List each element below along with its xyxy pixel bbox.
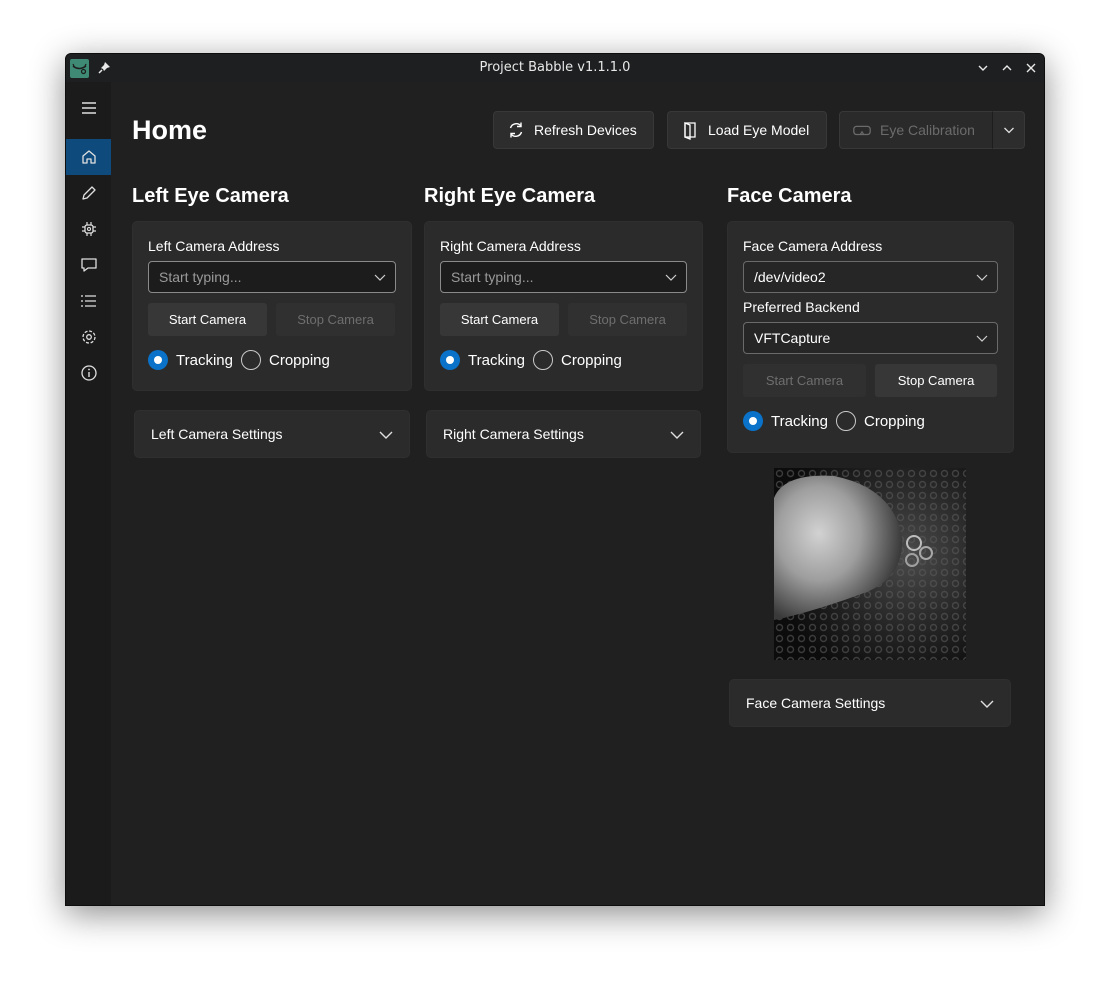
right-start-camera-button[interactable]: Start Camera <box>440 303 559 336</box>
main-content: Home Refresh Devices Load Eye Model Eye … <box>111 82 1044 905</box>
chevron-down-icon <box>665 274 677 281</box>
refresh-devices-button[interactable]: Refresh Devices <box>493 111 654 149</box>
right-eye-camera-title: Right Eye Camera <box>424 185 596 207</box>
left-cropping-radio[interactable]: Cropping <box>241 350 330 370</box>
left-camera-address-label: Left Camera Address <box>148 238 280 254</box>
pencil-icon <box>81 186 96 200</box>
hamburger-menu-icon[interactable] <box>66 90 111 126</box>
left-stop-camera-button[interactable]: Stop Camera <box>276 303 395 336</box>
face-camera-settings-expander[interactable]: Face Camera Settings <box>729 679 1011 727</box>
left-camera-settings-label: Left Camera Settings <box>151 426 283 442</box>
chat-icon <box>80 258 97 272</box>
chevron-down-icon <box>976 335 988 342</box>
chevron-down-icon <box>374 274 386 281</box>
chevron-down-icon <box>1003 127 1014 134</box>
right-camera-address-combo[interactable]: Start typing... <box>440 261 687 293</box>
vr-headset-icon <box>852 120 872 140</box>
left-eye-camera-title: Left Eye Camera <box>132 185 289 207</box>
face-camera-card: Face Camera Address /dev/video2 Preferre… <box>727 221 1014 453</box>
chevron-down-icon <box>379 431 393 439</box>
chevron-down-icon <box>670 431 684 439</box>
window-title: Project Babble v1.1.1.0 <box>479 60 631 75</box>
title-bar: Project Babble v1.1.1.0 <box>66 54 1044 82</box>
right-tracking-radio[interactable]: Tracking <box>440 350 525 370</box>
left-start-camera-button[interactable]: Start Camera <box>148 303 267 336</box>
preferred-backend-label: Preferred Backend <box>743 299 860 315</box>
chevron-down-icon <box>976 274 988 281</box>
face-cropping-radio[interactable]: Cropping <box>836 411 925 431</box>
face-camera-title: Face Camera <box>727 185 852 207</box>
sidebar-item-feedback[interactable] <box>66 247 111 283</box>
left-camera-card: Left Camera Address Start typing... Star… <box>132 221 412 391</box>
sidebar-item-edit[interactable] <box>66 175 111 211</box>
face-start-camera-button[interactable]: Start Camera <box>743 364 866 397</box>
face-camera-settings-label: Face Camera Settings <box>746 695 886 711</box>
right-stop-camera-button[interactable]: Stop Camera <box>568 303 687 336</box>
left-camera-address-combo[interactable]: Start typing... <box>148 261 396 293</box>
sidebar-item-calibration[interactable] <box>66 283 111 319</box>
load-eye-model-label: Load Eye Model <box>708 122 810 138</box>
sidebar-item-home[interactable] <box>66 139 111 175</box>
sidebar-item-about[interactable] <box>66 355 111 391</box>
eye-calibration-button[interactable]: Eye Calibration <box>839 111 993 149</box>
chevron-down-icon <box>980 700 994 708</box>
refresh-icon <box>506 120 526 140</box>
sidebar-item-algorithm[interactable] <box>66 211 111 247</box>
refresh-devices-label: Refresh Devices <box>534 122 637 138</box>
sidebar-item-settings[interactable] <box>66 319 111 355</box>
left-camera-settings-expander[interactable]: Left Camera Settings <box>134 410 410 458</box>
app-window: Project Babble v1.1.1.0 Home Refresh Dev… <box>65 53 1045 906</box>
minimize-icon[interactable] <box>974 59 992 77</box>
info-icon <box>80 365 97 381</box>
face-tracking-radio[interactable]: Tracking <box>743 411 828 431</box>
right-camera-card: Right Camera Address Start typing... Sta… <box>424 221 703 391</box>
face-camera-preview <box>774 468 966 660</box>
document-icon <box>680 120 700 140</box>
right-cropping-radio[interactable]: Cropping <box>533 350 622 370</box>
calibration-dropdown-button[interactable] <box>992 111 1025 149</box>
right-camera-address-label: Right Camera Address <box>440 238 581 254</box>
list-icon <box>80 295 96 307</box>
face-camera-address-combo[interactable]: /dev/video2 <box>743 261 998 293</box>
right-camera-settings-expander[interactable]: Right Camera Settings <box>426 410 701 458</box>
home-icon <box>81 150 96 164</box>
sidebar <box>66 82 111 905</box>
gear-icon <box>81 330 96 344</box>
eye-calibration-label: Eye Calibration <box>880 122 975 138</box>
load-eye-model-button[interactable]: Load Eye Model <box>667 111 827 149</box>
chip-icon <box>81 222 96 236</box>
right-camera-settings-label: Right Camera Settings <box>443 426 584 442</box>
face-camera-address-label: Face Camera Address <box>743 238 883 254</box>
close-icon[interactable] <box>1022 59 1040 77</box>
page-title: Home <box>132 115 208 145</box>
maximize-icon[interactable] <box>998 59 1016 77</box>
preferred-backend-select[interactable]: VFTCapture <box>743 322 998 354</box>
left-tracking-radio[interactable]: Tracking <box>148 350 233 370</box>
face-stop-camera-button[interactable]: Stop Camera <box>875 364 997 397</box>
